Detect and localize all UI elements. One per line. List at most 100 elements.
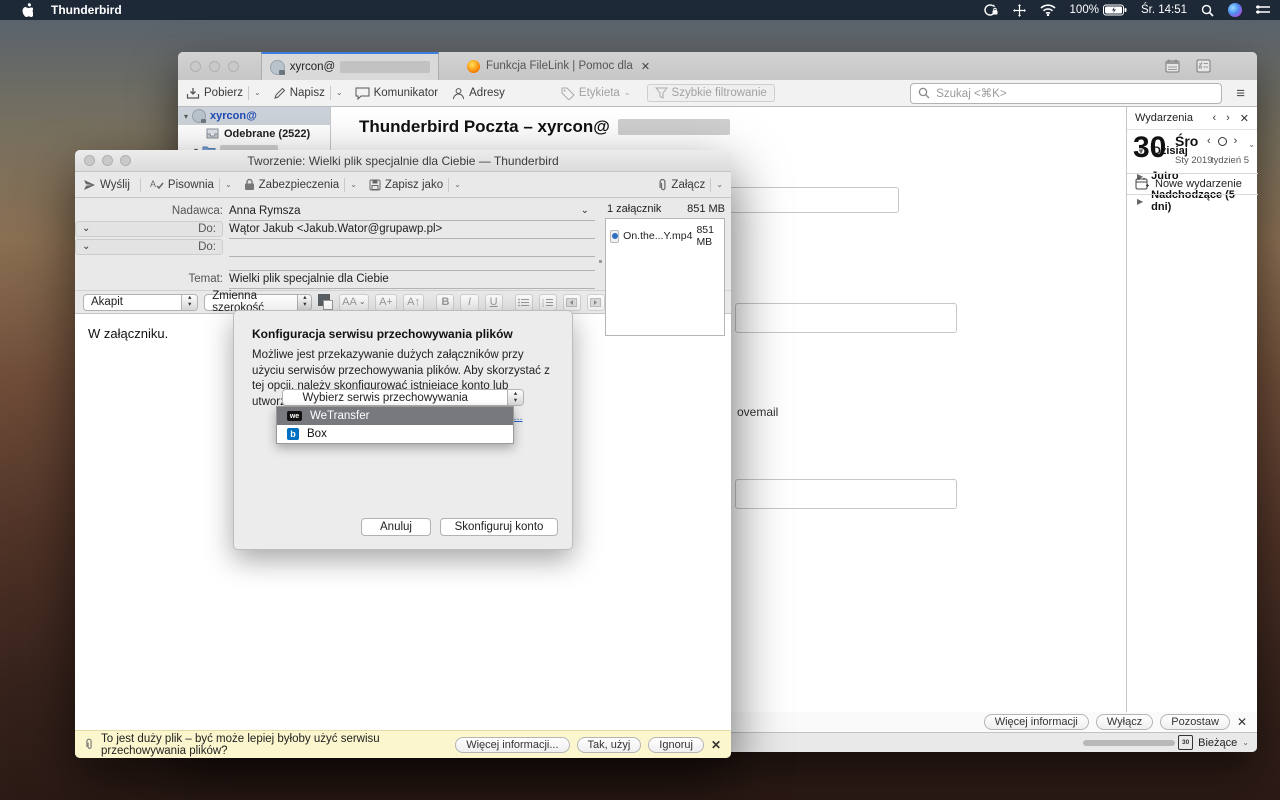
security-button[interactable]: Zabezpieczenia [244,178,340,191]
address-book-button[interactable]: Adresy [452,87,505,100]
subject-field[interactable]: Wielki plik specjalnie dla Ciebie [229,270,595,289]
menu-option-wetransfer[interactable]: we WeTransfer [277,407,513,425]
download-icon [186,87,200,100]
provider-select[interactable]: Wybierz serwis przechowywania ▴▾ [282,389,524,406]
send-button[interactable]: Wyślij [83,179,130,191]
to-selector-button[interactable]: ⌄ Do: [75,239,223,255]
tasks-filter-dropdown-icon[interactable]: ⌄ [1242,739,1249,747]
attachment-item[interactable]: On.the...Y.mp4 851 MB [610,224,720,248]
attach-dropdown[interactable]: ⌄ [716,181,723,189]
quick-filter-button[interactable]: Szybkie filtrowanie [647,84,775,102]
universal-access-icon[interactable] [1013,4,1026,17]
spelling-button[interactable]: A Pisownia [150,178,214,191]
tab-filelink-help[interactable]: Funkcja FileLink | Pomoc dla ✕ [467,60,650,73]
minimize-window-button[interactable] [209,61,220,72]
write-button[interactable]: Napisz [273,87,325,100]
close-window-button[interactable] [190,61,201,72]
save-as-button[interactable]: Zapisz jako [369,179,443,191]
content-text-fragment: ovemail [737,405,778,419]
tab-mail[interactable]: xyrcon@ [261,52,439,80]
filelink-dialog: Konfiguracja serwisu przechowywania plik… [233,310,573,550]
security-dropdown[interactable]: ⌄ [350,181,357,189]
get-messages-dropdown[interactable]: ⌄ [254,89,261,97]
numbered-list-button[interactable]: 123 [539,294,557,311]
get-messages-button[interactable]: Pobierz [186,87,243,100]
global-search-input[interactable]: Szukaj <⌘K> [910,83,1222,104]
send-icon [83,179,96,191]
indent-button[interactable] [587,294,605,311]
calendar-next-icon[interactable]: › [1226,112,1230,125]
text-color-picker[interactable] [318,294,332,310]
setup-account-button[interactable]: Skonfiguruj konto [440,518,558,536]
spelling-dropdown[interactable]: ⌄ [225,181,232,189]
app-menu-icon[interactable]: ≡ [1236,85,1245,102]
disclosure-open-icon[interactable]: ▾ [184,112,188,121]
mail-tab-favicon [270,60,285,75]
form-field[interactable] [735,479,957,509]
bigfile-notification-bar: To jest duży plik – być może lepiej było… [75,730,731,758]
compose-titlebar[interactable]: Tworzenie: Wielki plik specjalnie dla Ci… [75,150,731,172]
new-event-icon [1135,177,1149,190]
outdent-button[interactable] [563,294,581,311]
bold-button[interactable]: B [436,294,454,311]
siri-icon[interactable] [1228,3,1242,17]
menubar-clock[interactable]: Śr. 14:51 [1141,4,1187,16]
infobar-disable-button[interactable]: Wyłącz [1096,714,1153,730]
tasks-view-toggle-icon[interactable] [1196,59,1211,73]
notification-center-icon[interactable] [1256,4,1270,16]
menu-option-box[interactable]: b Box [277,425,513,443]
apple-menu-icon[interactable] [20,3,33,18]
attachment-list[interactable]: On.the...Y.mp4 851 MB [605,218,725,336]
paragraph-select[interactable]: Akapit ▴▾ [83,294,198,311]
infobar-keep-button[interactable]: Pozostaw [1160,714,1230,730]
sidebar-item-inbox[interactable]: Odebrane (2522) [178,125,330,142]
zoom-window-button[interactable] [228,61,239,72]
underline-button[interactable]: U [485,294,503,311]
form-field[interactable] [735,303,957,333]
wifi-icon[interactable] [1040,4,1056,16]
font-select[interactable]: Zmienna szerokość ▴▾ [204,294,312,311]
from-dropdown-icon[interactable]: ⌄ [581,206,589,216]
to-field[interactable]: Wątor Jakub <Jakub.Wator@grupawp.pl> [229,220,595,239]
to-selector-button[interactable]: ⌄ Do: [75,221,223,237]
sidebar-item-account[interactable]: ▾ xyrcon@ [178,107,330,125]
section-collapsed-icon[interactable]: ▶ [1137,197,1143,206]
pane-resize-handle[interactable] [599,260,602,263]
status-scrollbar-thumb[interactable] [1083,740,1175,746]
attach-button[interactable]: Załącz [658,178,705,192]
decrease-size-button[interactable]: A+ [375,294,397,311]
font-size-button[interactable]: AA⌄ [339,294,370,311]
today-pane: Wydarzenia ‹ › ✕ 30 Śro ‹ › Sty 2019 tyd… [1126,107,1257,732]
dialog-title: Konfiguracja serwisu przechowywania plik… [252,327,554,341]
compose-window-title: Tworzenie: Wielki plik specjalnie dla Ci… [75,154,731,168]
write-dropdown[interactable]: ⌄ [336,89,343,97]
notif-more-info-button[interactable]: Więcej informacji... [455,737,569,753]
new-event-button[interactable]: Nowe wydarzenie [1127,173,1258,195]
save-as-dropdown[interactable]: ⌄ [454,181,461,189]
tag-button[interactable]: Etykieta ⌄ [561,87,631,100]
today-dot-icon[interactable] [1218,137,1227,146]
calendar-week-label: tydzień 5 [1211,155,1249,166]
infobar-more-info-button[interactable]: Więcej informacji [984,714,1089,730]
notif-yes-use-button[interactable]: Tak, użyj [577,737,642,753]
chat-button[interactable]: Komunikator [355,87,439,100]
increase-size-button[interactable]: A↑ [403,294,425,311]
mini-prev-icon[interactable]: ‹ [1207,135,1211,147]
tab-close-icon[interactable]: ✕ [641,60,650,73]
calendar-view-toggle-icon[interactable] [1165,59,1180,73]
spotlight-icon[interactable] [1201,4,1214,17]
cancel-button[interactable]: Anuluj [361,518,431,536]
notif-close-icon[interactable]: ✕ [711,738,721,752]
bullet-list-button[interactable] [515,294,533,311]
italic-button[interactable]: I [460,294,478,311]
calendar-collapse-icon[interactable]: ⌄ [1248,141,1255,149]
calendar-prev-icon[interactable]: ‹ [1212,112,1216,125]
rotation-lock-icon[interactable] [983,3,999,17]
menubar-app-name[interactable]: Thunderbird [51,3,122,17]
today-pane-close-icon[interactable]: ✕ [1240,112,1249,125]
mini-next-icon[interactable]: › [1234,135,1238,147]
infobar-close-icon[interactable]: ✕ [1237,715,1247,729]
from-field[interactable]: Anna Rymsza ⌄ [229,202,595,221]
notif-ignore-button[interactable]: Ignoruj [648,737,704,753]
to-field-empty[interactable] [229,238,595,257]
